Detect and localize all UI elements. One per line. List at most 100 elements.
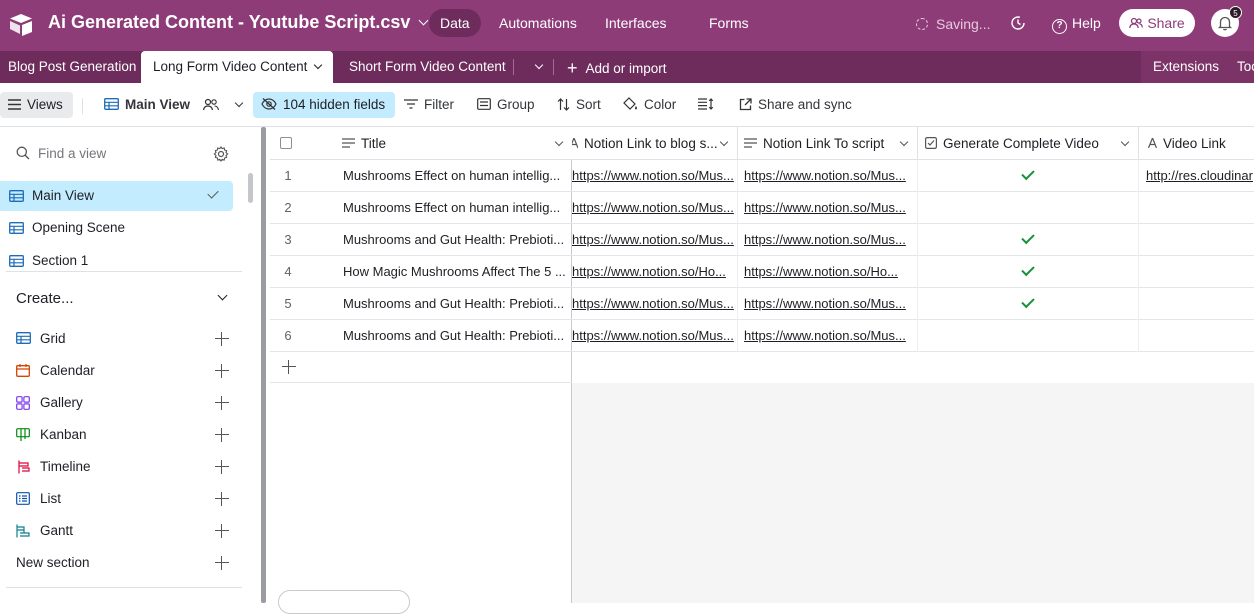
- table-row[interactable]: 2 Mushrooms Effect on human intellig... ht…: [270, 192, 1254, 224]
- video-link-cell[interactable]: [1139, 192, 1254, 224]
- blog-link-cell[interactable]: https://www.notion.so/Mus...: [572, 320, 738, 352]
- blog-link[interactable]: https://www.notion.so/Mus...: [572, 168, 734, 183]
- column-header-generate-complete-video[interactable]: Generate Complete Video: [918, 127, 1139, 160]
- filter-button[interactable]: Filter: [404, 93, 454, 117]
- generate-video-cell[interactable]: [918, 224, 1139, 256]
- sidebar-scrollbar[interactable]: [246, 127, 254, 603]
- notifications-button[interactable]: 5: [1211, 6, 1242, 37]
- video-link-cell[interactable]: [1139, 320, 1254, 352]
- checkmark-icon[interactable]: [1021, 262, 1035, 277]
- video-link-cell[interactable]: [1139, 256, 1254, 288]
- checkmark-icon[interactable]: [1021, 230, 1035, 245]
- hidden-fields-button[interactable]: 104 hidden fields: [253, 92, 396, 118]
- blog-link[interactable]: https://www.notion.so/Mus...: [572, 296, 734, 311]
- column-header-video-link[interactable]: Video Link: [1139, 127, 1254, 160]
- checkmark-icon[interactable]: [1021, 294, 1035, 309]
- extensions-button[interactable]: Extensions: [1153, 51, 1219, 83]
- create-gallery-view[interactable]: Gallery: [16, 391, 236, 415]
- blog-link-cell[interactable]: https://www.notion.so/Mus...: [572, 160, 738, 192]
- scrollbar-thumb[interactable]: [248, 173, 253, 203]
- blog-link[interactable]: https://www.notion.so/Ho...: [572, 264, 726, 279]
- row-height-button[interactable]: [698, 93, 719, 117]
- plus-icon[interactable]: [215, 524, 229, 538]
- script-link-cell[interactable]: https://www.notion.so/Mus...: [738, 192, 918, 224]
- find-view-search[interactable]: Find a view: [16, 146, 232, 161]
- script-link[interactable]: https://www.notion.so/Mus...: [744, 328, 906, 343]
- create-section-heading[interactable]: Create...: [16, 290, 74, 307]
- sort-button[interactable]: Sort: [557, 93, 601, 117]
- base-title[interactable]: Ai Generated Content - Youtube Script.cs…: [48, 12, 429, 33]
- gear-icon[interactable]: [213, 146, 229, 162]
- plus-icon[interactable]: [215, 332, 229, 346]
- table-row[interactable]: 6 Mushrooms and Gut Health: Prebioti... ht…: [270, 320, 1254, 352]
- blog-link[interactable]: https://www.notion.so/Mus...: [572, 328, 734, 343]
- title-cell[interactable]: Mushrooms and Gut Health: Prebioti...: [330, 224, 572, 256]
- blog-link-cell[interactable]: https://www.notion.so/Mus...: [572, 288, 738, 320]
- script-link-cell[interactable]: https://www.notion.so/Mus...: [738, 320, 918, 352]
- tools-button[interactable]: Too: [1237, 51, 1254, 83]
- plus-icon[interactable]: [215, 396, 229, 410]
- column-header-notion-link-blog[interactable]: Notion Link to blog s...: [572, 127, 738, 160]
- create-grid-view[interactable]: Grid: [16, 327, 236, 351]
- tables-dropdown[interactable]: [528, 51, 544, 83]
- share-and-sync-button[interactable]: Share and sync: [739, 93, 852, 117]
- blog-link-cell[interactable]: https://www.notion.so/Mus...: [572, 192, 738, 224]
- generate-video-cell[interactable]: [918, 288, 1139, 320]
- video-link-cell[interactable]: [1139, 288, 1254, 320]
- title-cell[interactable]: Mushrooms and Gut Health: Prebioti...: [330, 288, 572, 320]
- script-link-cell[interactable]: https://www.notion.so/Mus...: [738, 288, 918, 320]
- plus-icon[interactable]: [215, 492, 229, 506]
- plus-icon[interactable]: [215, 364, 229, 378]
- grid-footer-controls[interactable]: [278, 590, 410, 614]
- table-row[interactable]: 3 Mushrooms and Gut Health: Prebioti... ht…: [270, 224, 1254, 256]
- views-toggle-button[interactable]: Views: [0, 92, 73, 118]
- add-or-import-button[interactable]: + Add or import: [567, 51, 667, 83]
- nav-forms[interactable]: Forms: [698, 9, 760, 37]
- tab-blog-post-generation[interactable]: Blog Post Generation: [8, 51, 136, 83]
- script-link[interactable]: https://www.notion.so/Mus...: [744, 232, 906, 247]
- blog-link[interactable]: https://www.notion.so/Mus...: [572, 200, 734, 215]
- video-link[interactable]: http://res.cloudinar: [1146, 168, 1253, 183]
- select-all-checkbox[interactable]: [280, 137, 292, 149]
- create-gantt-view[interactable]: Gantt: [16, 519, 236, 543]
- nav-automations[interactable]: Automations: [488, 9, 588, 37]
- script-link-cell[interactable]: https://www.notion.so/Mus...: [738, 224, 918, 256]
- sidebar-resize-handle[interactable]: [261, 127, 266, 603]
- share-button[interactable]: Share: [1119, 9, 1195, 37]
- chevron-down-icon[interactable]: [217, 290, 228, 301]
- tab-short-form-video-content[interactable]: Short Form Video Content: [349, 51, 506, 83]
- history-icon[interactable]: [1010, 15, 1026, 31]
- create-new-section[interactable]: New section: [16, 551, 236, 575]
- plus-icon[interactable]: [215, 428, 229, 442]
- table-row[interactable]: 5 Mushrooms and Gut Health: Prebioti... ht…: [270, 288, 1254, 320]
- airtable-logo-icon[interactable]: [8, 12, 34, 36]
- blog-link[interactable]: https://www.notion.so/Mus...: [572, 232, 734, 247]
- plus-icon[interactable]: [215, 460, 229, 474]
- generate-video-cell[interactable]: [918, 320, 1139, 352]
- color-button[interactable]: Color: [623, 93, 676, 117]
- create-calendar-view[interactable]: Calendar: [16, 359, 236, 383]
- generate-video-cell[interactable]: [918, 192, 1139, 224]
- script-link[interactable]: https://www.notion.so/Mus...: [744, 200, 906, 215]
- script-link[interactable]: https://www.notion.so/Ho...: [744, 264, 898, 279]
- create-timeline-view[interactable]: Timeline: [16, 455, 236, 479]
- title-cell[interactable]: Mushrooms Effect on human intellig...: [330, 192, 572, 224]
- script-link-cell[interactable]: https://www.notion.so/Mus...: [738, 160, 918, 192]
- generate-video-cell[interactable]: [918, 256, 1139, 288]
- plus-icon[interactable]: [215, 556, 229, 570]
- column-header-title[interactable]: Title: [330, 127, 572, 160]
- group-button[interactable]: Group: [477, 93, 535, 117]
- add-record-row[interactable]: [270, 351, 572, 383]
- table-row[interactable]: 4 How Magic Mushrooms Affect The 5 ... htt…: [270, 256, 1254, 288]
- nav-data[interactable]: Data: [429, 9, 481, 37]
- title-cell[interactable]: Mushrooms Effect on human intellig...: [330, 160, 572, 192]
- blog-link-cell[interactable]: https://www.notion.so/Mus...: [572, 224, 738, 256]
- sidebar-view-main-view[interactable]: Main View: [0, 181, 233, 211]
- checkmark-icon[interactable]: [1021, 166, 1035, 181]
- title-cell[interactable]: Mushrooms and Gut Health: Prebioti...: [330, 320, 572, 352]
- create-kanban-view[interactable]: Kanban: [16, 423, 236, 447]
- blog-link-cell[interactable]: https://www.notion.so/Ho...: [572, 256, 738, 288]
- nav-interfaces[interactable]: Interfaces: [594, 9, 677, 37]
- sidebar-view-opening-scene[interactable]: Opening Scene: [0, 213, 233, 243]
- video-link-cell[interactable]: [1139, 224, 1254, 256]
